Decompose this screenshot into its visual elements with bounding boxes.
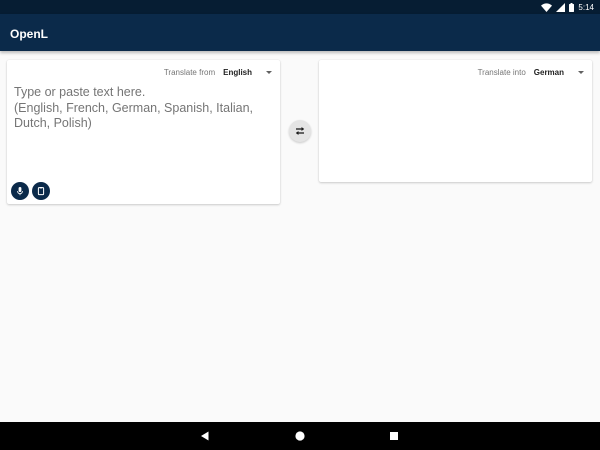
app-bar: OpenL (0, 14, 600, 51)
swap-icon (295, 127, 305, 135)
back-button[interactable] (193, 422, 217, 450)
target-language-label: Translate into (477, 67, 526, 77)
microphone-button[interactable] (11, 182, 29, 200)
swap-languages-button[interactable] (289, 120, 311, 142)
chevron-down-icon[interactable] (266, 70, 272, 74)
app-title: OpenL (10, 27, 48, 41)
signal-icon (556, 2, 566, 12)
back-icon (201, 431, 209, 441)
target-language-value[interactable]: German (534, 68, 564, 77)
target-language-selector[interactable]: Translate into German (478, 66, 584, 78)
clipboard-icon (37, 187, 45, 196)
status-time: 5:14 (578, 2, 594, 12)
recent-apps-icon (390, 432, 398, 440)
target-card: Translate into German (319, 60, 592, 182)
source-language-selector[interactable]: Translate from English (164, 66, 272, 78)
status-icons: 5:14 (541, 0, 594, 14)
chevron-down-icon[interactable] (578, 70, 584, 74)
home-icon (295, 431, 305, 441)
home-button[interactable] (288, 422, 312, 450)
status-bar: 5:14 (0, 0, 600, 14)
recent-apps-button[interactable] (382, 422, 406, 450)
battery-icon (569, 2, 575, 12)
navigation-bar (0, 422, 600, 450)
microphone-icon (17, 187, 23, 196)
source-language-value[interactable]: English (223, 68, 252, 77)
source-text-input[interactable] (14, 85, 274, 132)
source-language-label: Translate from (163, 67, 216, 77)
wifi-icon (541, 2, 553, 12)
source-card: Translate from English (7, 60, 280, 204)
clipboard-button[interactable] (32, 182, 50, 200)
